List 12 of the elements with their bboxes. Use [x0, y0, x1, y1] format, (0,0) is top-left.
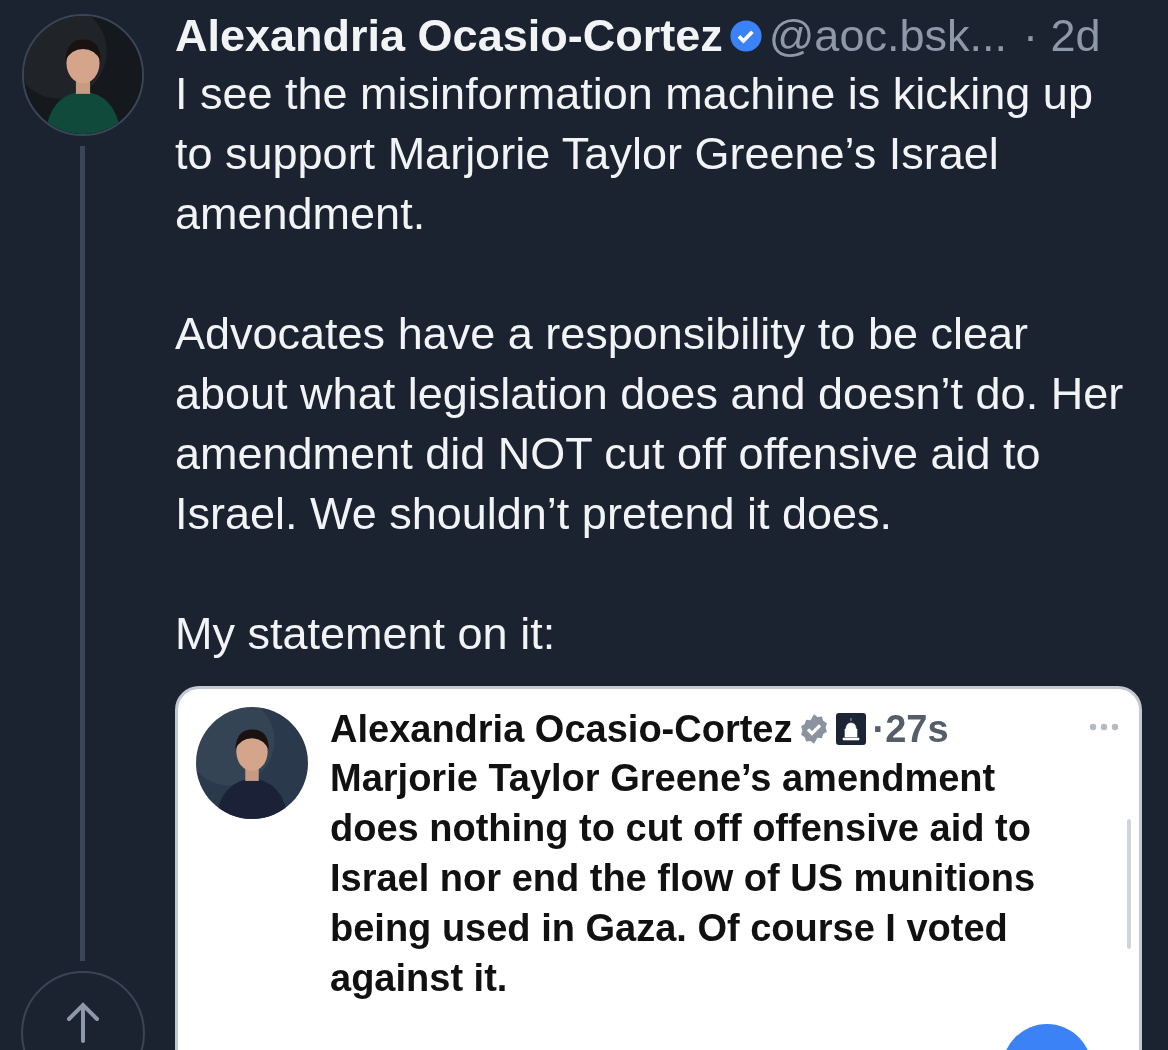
quoted-post-card[interactable]: Alexandria Ocasio-Cortez ·27s Marjorie Taylor Greene’s amendment does nothing to cut off offensive aid to Israel nor end the flow of US munitions being used in Gaza. Of course I voted against it.: [175, 686, 1142, 1050]
quoted-post-time: ·27s: [872, 707, 949, 751]
post-time: · 2d: [1022, 9, 1101, 63]
post-text: My statement on it:: [175, 607, 557, 661]
capitol-icon: [836, 713, 867, 745]
author-handle[interactable]: @aoc.bsk...: [768, 8, 1007, 64]
post-text: Advocates have a responsibility to be clear about what legislation does and doesn’t do. Her amendment did NOT cut off offensive aid to Israel. We shouldn’t pretend it does.: [175, 307, 1125, 541]
author-name[interactable]: Alexandria Ocasio-Cortez: [175, 8, 723, 64]
post-text: I see the misinformation machine is kicking up to support Marjorie Taylor Greene’s Israel amendment.: [175, 67, 1094, 241]
more-icon[interactable]: [1089, 723, 1119, 731]
quoted-post-text: Marjorie Taylor Greene’s amendment does nothing to cut off offensive aid to Israel nor end the flow of US munitions being used in Gaza. Of course I voted against it.: [330, 756, 1037, 1001]
quoted-author-name: Alexandria Ocasio-Cortez: [330, 707, 793, 751]
